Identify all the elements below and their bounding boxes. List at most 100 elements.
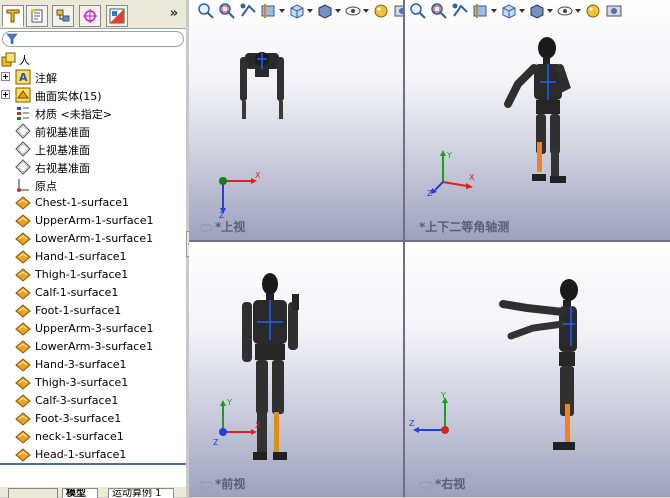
humanoid-model-dimetric [504,37,571,183]
link-views-icon[interactable] [419,480,433,489]
view-label: *上视 [199,218,245,235]
plane-icon [15,123,31,139]
appearance-icon[interactable] [584,2,602,20]
surface-icon [15,303,31,319]
chevron-down-icon[interactable] [335,9,341,13]
tree-item[interactable]: Chest-1-surface1 [0,194,186,212]
viewport-top[interactable]: X Z *上视 [189,0,403,240]
zoom-area-icon[interactable] [218,2,236,20]
display-manager-tab[interactable] [106,5,128,27]
tree-item-label: neck-1-surface1 [35,430,124,443]
tree-item[interactable]: Foot-3-surface1 [0,410,186,428]
display-style-icon[interactable] [528,2,546,20]
tree-item[interactable]: LowerArm-3-surface1 [0,338,186,356]
tree-item[interactable]: 材质 <未指定> [0,104,186,122]
tree-item-label: LowerArm-3-surface1 [35,340,154,353]
tree-item[interactable]: Thigh-3-surface1 [0,374,186,392]
tree-filter-input[interactable] [2,31,184,47]
tree-item[interactable]: Hand-1-surface1 [0,248,186,266]
axis-triad: Y Z [409,391,449,434]
chevron-down-icon[interactable] [491,9,497,13]
link-views-icon[interactable] [199,480,213,489]
tree-item-label: 人 [19,54,30,67]
tree-item-label: Calf-3-surface1 [35,394,119,407]
hide-show-icon[interactable] [344,2,362,20]
chevron-down-icon[interactable] [307,9,313,13]
tree-item-label: UpperArm-3-surface1 [35,322,154,335]
configuration-manager-icon [56,9,70,22]
tree-item-label: Hand-1-surface1 [35,250,127,263]
tree-item-label: Thigh-1-surface1 [35,268,129,281]
tree-item-label: UpperArm-1-surface1 [35,214,154,227]
tree-item-label: LowerArm-1-surface1 [35,232,154,245]
zoom-fit-icon[interactable] [409,2,427,20]
tree-item[interactable]: A 注解 [0,68,186,86]
chevron-down-icon[interactable] [519,9,525,13]
feature-tree: 人 A 注解 曲面实体(15) 材质 <未指定> 前视基准面上视基准面 右视基准面 原点 Che… [0,49,186,463]
appearance-icon[interactable] [372,2,390,20]
tree-item[interactable]: 上视基准面 [0,140,186,158]
expand-toggle-icon[interactable] [1,90,10,99]
previous-view-icon[interactable] [239,2,257,20]
section-view-icon[interactable] [260,2,278,20]
tree-item[interactable]: UpperArm-1-surface1 [0,212,186,230]
tree-item[interactable]: Hand-3-surface1 [0,356,186,374]
svg-text:Z: Z [213,438,219,447]
previous-view-icon[interactable] [451,2,469,20]
tree-item[interactable]: 原点 [0,176,186,194]
origin-icon [15,177,31,193]
tree-item[interactable]: neck-1-surface1 [0,428,186,446]
chevron-down-icon[interactable] [575,9,581,13]
tree-item[interactable]: Foot-1-surface1 [0,302,186,320]
svg-text:Z: Z [219,211,225,218]
zoom-fit-icon[interactable] [197,2,215,20]
svg-text:X: X [255,421,261,430]
chevron-down-icon[interactable] [363,9,369,13]
view-orientation-icon[interactable] [500,2,518,20]
tree-item[interactable]: Calf-3-surface1 [0,392,186,410]
tree-item-label: 上视基准面 [35,144,90,157]
scene-icon[interactable] [393,2,403,20]
axis-triad: Y X Z [427,150,475,198]
tree-item[interactable]: UpperArm-3-surface1 [0,320,186,338]
tree-item[interactable]: Calf-1-surface1 [0,284,186,302]
plane-icon [15,159,31,175]
dimxpert-icon [83,9,97,23]
property-manager-tab[interactable] [26,5,48,27]
viewport-divider-horizontal[interactable] [189,240,670,242]
view-orientation-icon[interactable] [288,2,306,20]
tree-item[interactable]: 右视基准面 [0,158,186,176]
hide-show-icon[interactable] [556,2,574,20]
tree-root-part[interactable]: 人 [0,50,186,68]
zoom-area-icon[interactable] [430,2,448,20]
display-style-icon[interactable] [316,2,334,20]
chevron-down-icon[interactable] [279,9,285,13]
surface-icon [15,375,31,391]
configuration-manager-tab[interactable] [52,5,74,27]
link-views-icon[interactable] [199,223,213,232]
tree-item[interactable]: 曲面实体(15) [0,86,186,104]
viewport-divider-vertical[interactable] [403,0,405,497]
surface-icon [15,339,31,355]
expand-toggle-icon[interactable] [1,72,10,81]
tree-item[interactable]: Head-1-surface1 [0,446,186,463]
svg-text:Y: Y [226,398,232,407]
dimxpert-tab[interactable] [79,5,101,27]
viewport-front[interactable]: Y X Z *前视 [189,242,403,497]
viewport-dimetric[interactable]: Y X Z *上下二等角轴测 [405,0,670,240]
chevron-down-icon[interactable] [547,9,553,13]
more-tabs-button[interactable]: » [166,6,182,24]
surface-icon [15,231,31,247]
tree-item[interactable]: 前视基准面 [0,122,186,140]
annotation-icon: A [15,69,31,85]
tree-item-label: Hand-3-surface1 [35,358,127,371]
tree-item[interactable]: LowerArm-1-surface1 [0,230,186,248]
view-label: *上下二等角轴测 [419,220,510,234]
section-view-icon[interactable] [472,2,490,20]
tree-item-label: Thigh-3-surface1 [35,376,129,389]
scene-icon[interactable] [605,2,623,20]
tree-item[interactable]: Thigh-1-surface1 [0,266,186,284]
feature-manager-tab[interactable] [2,5,24,27]
humanoid-model-top-view [240,52,284,119]
viewport-right[interactable]: Y Z *右视 [405,242,670,497]
